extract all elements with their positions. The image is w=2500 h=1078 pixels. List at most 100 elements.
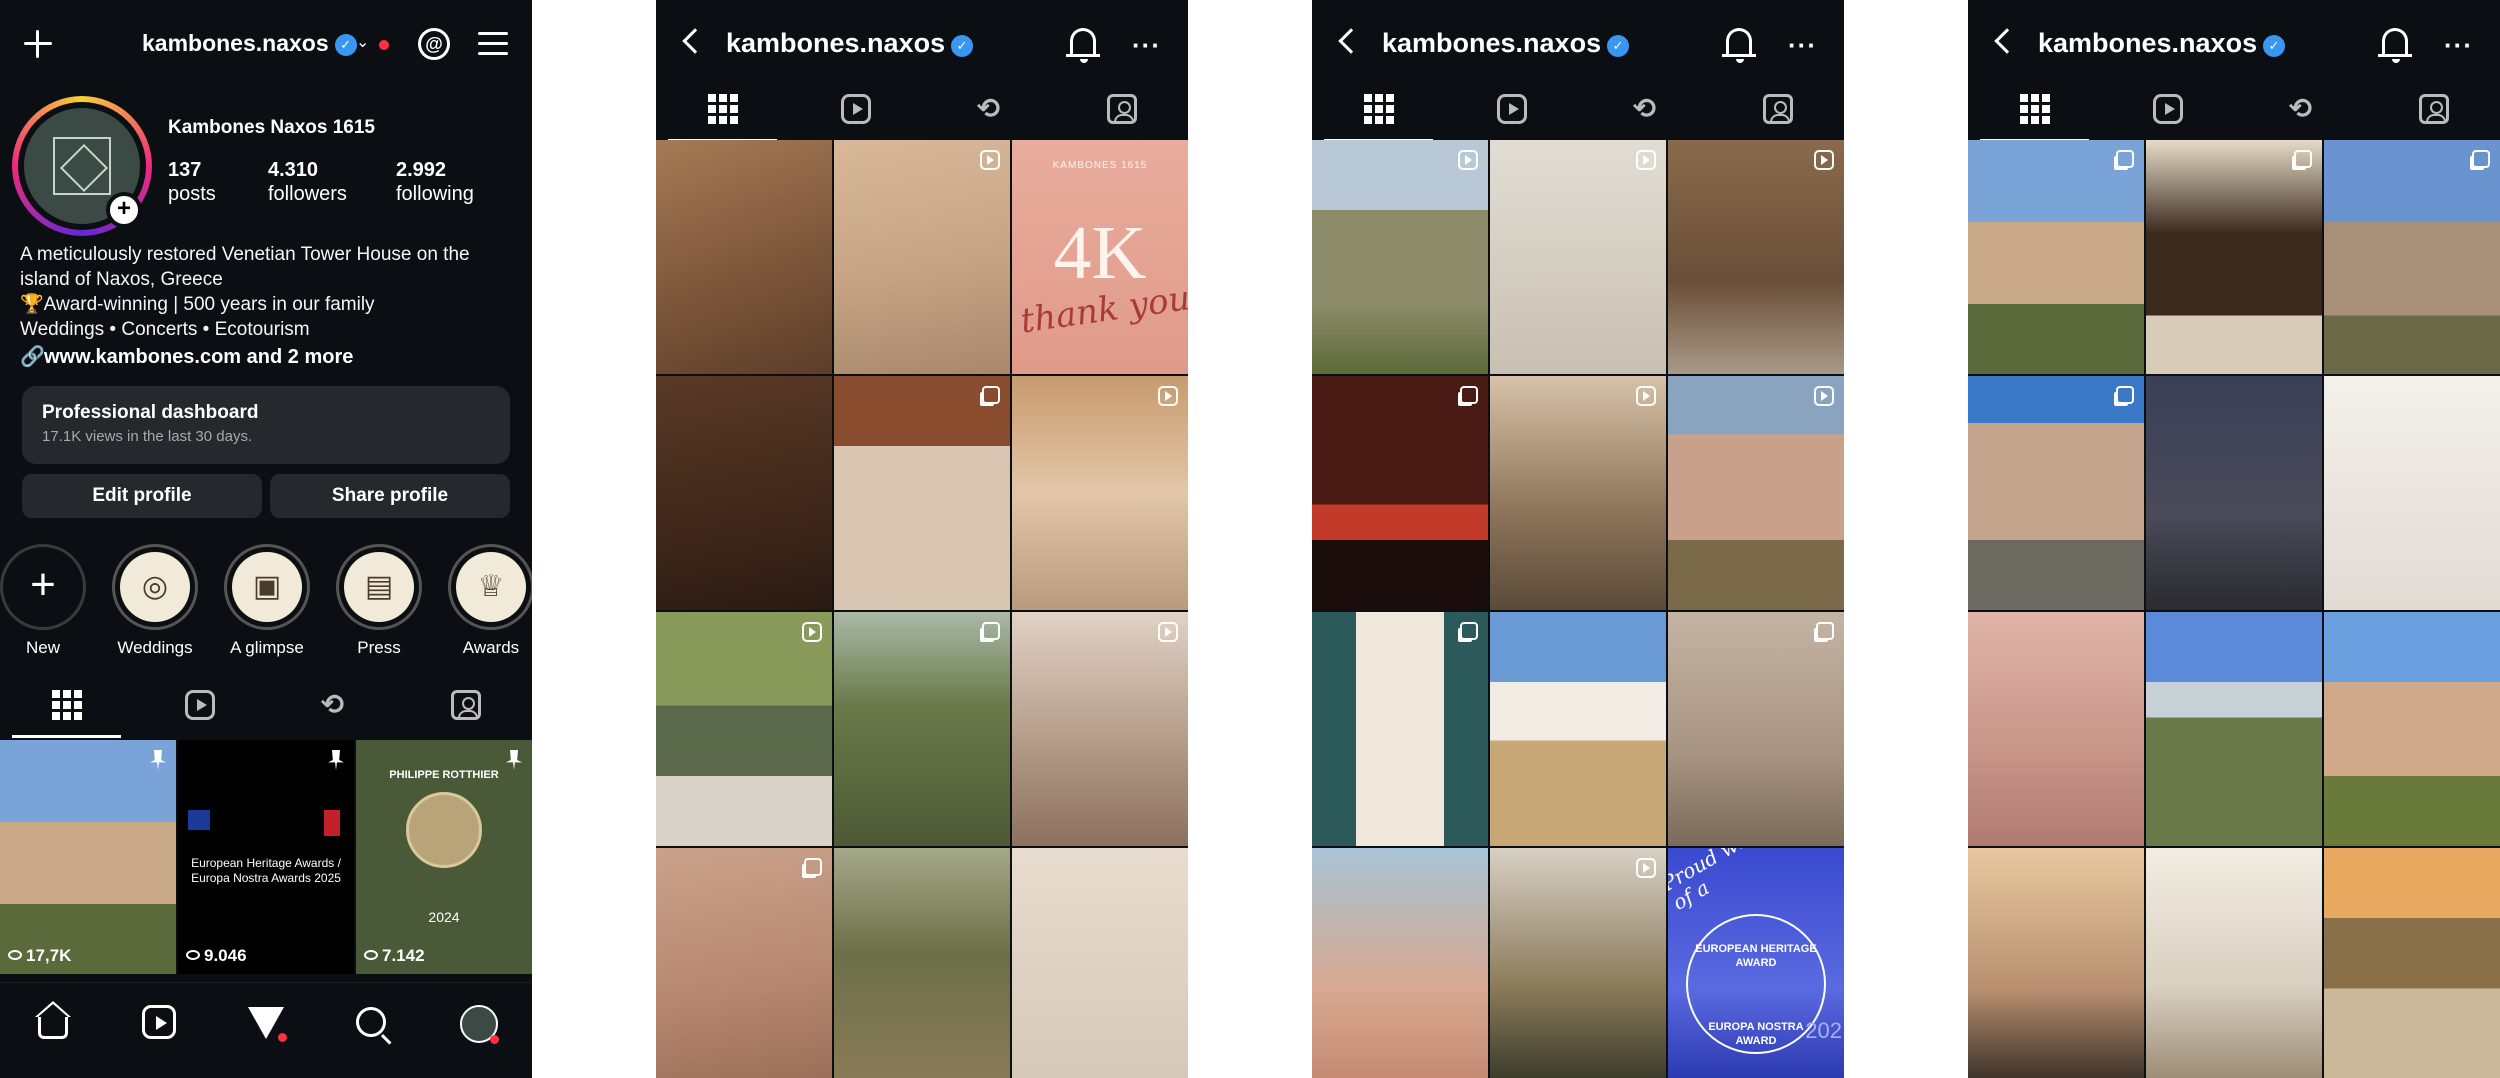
- post-thumbnail[interactable]: [2146, 140, 2322, 374]
- tab-tagged[interactable]: [2367, 94, 2500, 142]
- back-arrow-icon[interactable]: [1994, 28, 2020, 54]
- post-thumbnail[interactable]: 17,7K: [0, 740, 176, 974]
- search-icon[interactable]: [356, 1007, 386, 1037]
- post-thumbnail[interactable]: [1312, 848, 1488, 1078]
- post-thumbnail[interactable]: [1312, 612, 1488, 846]
- verified-badge-icon: ✓: [334, 34, 357, 56]
- post-thumbnail[interactable]: [1012, 848, 1188, 1078]
- profile-tabs: ⟲: [1968, 84, 2500, 142]
- header: kambones.naxos ✓ ···: [1312, 0, 1844, 90]
- bio-link[interactable]: 🔗www.kambones.com and 2 more: [20, 344, 353, 369]
- more-options-icon[interactable]: ···: [2444, 30, 2473, 61]
- tab-posts[interactable]: [1312, 94, 1445, 142]
- post-thumbnail[interactable]: [2146, 848, 2322, 1078]
- tab-tagged[interactable]: [1711, 94, 1844, 142]
- link-icon: 🔗: [20, 346, 45, 368]
- tab-reels[interactable]: [789, 94, 922, 142]
- home-icon[interactable]: [35, 1001, 71, 1039]
- post-thumbnail[interactable]: [2146, 376, 2322, 610]
- bell-icon[interactable]: [2378, 28, 2412, 63]
- eye-icon: [186, 950, 200, 960]
- post-thumbnail[interactable]: [656, 848, 832, 1078]
- post-thumbnail[interactable]: [1968, 140, 2144, 374]
- carousel-icon: [2116, 150, 2134, 168]
- post-thumbnail[interactable]: [656, 376, 832, 610]
- post-thumbnail[interactable]: [1968, 848, 2144, 1078]
- tab-reels[interactable]: [133, 690, 266, 738]
- highlight-weddings[interactable]: ◎ Weddings: [110, 544, 200, 658]
- tab-posts[interactable]: [1968, 94, 2101, 142]
- post-thumbnail[interactable]: [1968, 612, 2144, 846]
- post-thumbnail[interactable]: [1490, 848, 1666, 1078]
- post-thumbnail[interactable]: [1490, 140, 1666, 374]
- repost-icon: ⟲: [320, 689, 345, 720]
- tab-reposts[interactable]: ⟲: [922, 94, 1055, 142]
- post-thumbnail[interactable]: [1668, 140, 1844, 374]
- tab-posts[interactable]: [0, 690, 133, 738]
- carousel-icon: [2294, 150, 2312, 168]
- add-story-button[interactable]: +: [106, 192, 142, 228]
- post-thumbnail[interactable]: [1312, 376, 1488, 610]
- tab-reels[interactable]: [2101, 94, 2234, 142]
- tab-tagged[interactable]: [1055, 94, 1188, 142]
- highlight-press[interactable]: ▤ Press: [334, 544, 424, 658]
- account-switcher[interactable]: kambones.naxos ✓: [142, 30, 357, 57]
- post-thumbnail[interactable]: European Heritage Awards / Europa Nostra …: [178, 740, 354, 974]
- post-thumbnail[interactable]: [656, 140, 832, 374]
- edit-profile-button[interactable]: Edit profile: [22, 474, 262, 518]
- post-thumbnail[interactable]: [2324, 848, 2500, 1078]
- post-thumbnail[interactable]: [834, 140, 1010, 374]
- back-arrow-icon[interactable]: [1338, 28, 1364, 54]
- post-thumbnail[interactable]: [834, 376, 1010, 610]
- carousel-icon: [982, 622, 1000, 640]
- highlight-a-glimpse[interactable]: ▣ A glimpse: [222, 544, 312, 658]
- post-thumbnail[interactable]: [1968, 376, 2144, 610]
- more-options-icon[interactable]: ···: [1788, 30, 1817, 61]
- bell-icon[interactable]: [1066, 28, 1100, 63]
- reels-icon[interactable]: [142, 1005, 176, 1039]
- post-thumbnail[interactable]: [2324, 376, 2500, 610]
- highlight-new[interactable]: + New: [0, 544, 88, 658]
- post-thumbnail[interactable]: [1312, 140, 1488, 374]
- tab-reels[interactable]: [1445, 94, 1578, 142]
- tab-reposts[interactable]: ⟲: [1578, 94, 1711, 142]
- tab-reposts[interactable]: ⟲: [266, 690, 399, 738]
- post-thumbnail[interactable]: KAMBONES 1615 4K thank you: [1012, 140, 1188, 374]
- post-thumbnail[interactable]: [1668, 612, 1844, 846]
- professional-dashboard[interactable]: Professional dashboard 17.1K views in th…: [22, 386, 510, 464]
- post-thumbnail[interactable]: [656, 612, 832, 846]
- share-profile-button[interactable]: Share profile: [270, 474, 510, 518]
- posts-grid: [1968, 140, 2500, 1078]
- tab-posts[interactable]: [656, 94, 789, 142]
- post-thumbnail[interactable]: Proud winner of a EUROPEAN HERITAGE AWAR…: [1668, 848, 1844, 1078]
- post-thumbnail[interactable]: [2146, 612, 2322, 846]
- post-thumbnail[interactable]: [1012, 376, 1188, 610]
- back-arrow-icon[interactable]: [682, 28, 708, 54]
- post-thumbnail[interactable]: [2324, 140, 2500, 374]
- hamburger-menu-icon[interactable]: [478, 32, 508, 56]
- threads-icon[interactable]: @: [418, 28, 450, 60]
- post-thumbnail[interactable]: [1668, 376, 1844, 610]
- bell-icon[interactable]: [1722, 28, 1756, 63]
- post-thumbnail[interactable]: [1012, 612, 1188, 846]
- more-options-icon[interactable]: ···: [1132, 30, 1161, 61]
- post-thumbnail[interactable]: [2324, 612, 2500, 846]
- tab-tagged[interactable]: [399, 690, 532, 738]
- reel-icon: [1814, 150, 1834, 170]
- post-thumbnail[interactable]: [1490, 376, 1666, 610]
- followers-count[interactable]: 4.310 followers: [268, 158, 347, 206]
- highlight-awards[interactable]: ♕ Awards: [446, 544, 532, 658]
- chevron-down-icon[interactable]: ⌄: [356, 32, 369, 52]
- following-count[interactable]: 2.992 following: [396, 158, 474, 206]
- post-thumbnail[interactable]: [834, 612, 1010, 846]
- tagged-icon: [450, 690, 481, 720]
- verified-badge-icon: ✓: [951, 35, 974, 57]
- post-thumbnail[interactable]: PHILIPPE ROTTHIER 2024 7.142: [356, 740, 532, 974]
- posts-count[interactable]: 137 posts: [168, 158, 216, 206]
- create-plus-icon[interactable]: [20, 26, 56, 62]
- post-thumbnail[interactable]: [834, 848, 1010, 1078]
- repost-icon: ⟲: [976, 93, 1001, 124]
- tab-reposts[interactable]: ⟲: [2234, 94, 2367, 142]
- post-thumbnail[interactable]: [1490, 612, 1666, 846]
- carousel-icon: [1460, 386, 1478, 404]
